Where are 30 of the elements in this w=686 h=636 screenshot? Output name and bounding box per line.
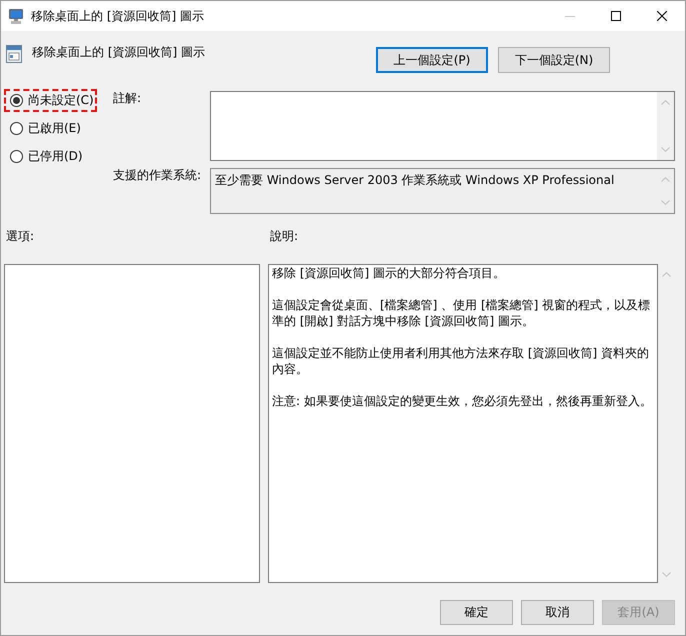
radio-option[interactable]: 已啟用(E) (4, 117, 97, 140)
help-paragraph: 注意: 如果要使這個設定的變更生效，您必須先登出，然後再重新登入。 (272, 393, 653, 409)
scroll-down-icon (661, 147, 670, 152)
dialog-button[interactable]: 取消 (521, 600, 594, 625)
help-paragraph: 這個設定並不能防止使用者利用其他方法來存取 [資源回收筒] 資料夾的內容。 (272, 345, 650, 377)
window-icon (6, 45, 22, 63)
maximize-icon (611, 11, 621, 21)
computer-icon (8, 8, 24, 24)
help-label: 說明: (269, 229, 298, 243)
scroll-up-icon[interactable] (662, 272, 671, 277)
setting-nav-button[interactable]: 上一個設定(P) (376, 47, 488, 73)
supported-os-text: 至少需要 Windows Server 2003 作業系統或 Windows XP Professional (214, 172, 616, 189)
radio-option[interactable]: 已停用(D) (4, 145, 97, 168)
comment-field[interactable] (210, 91, 675, 161)
help-paragraph: 移除 [資源回收筒] 圖示的大部分符合項目。 (272, 265, 506, 281)
options-label: 選項: (5, 229, 34, 243)
window-title: 移除桌面上的 [資源回收筒] 圖示 (31, 8, 204, 24)
scroll-down-icon (661, 200, 670, 205)
setting-nav-button[interactable]: 下一個設定(N) (498, 47, 610, 73)
scroll-down-icon[interactable] (662, 572, 671, 577)
comment-label: 註解: (113, 91, 142, 105)
radio-option[interactable]: 尚未設定(C) (4, 89, 97, 112)
scrollbar[interactable] (657, 92, 674, 160)
supported-os-label: 支援的作業系統: (113, 168, 202, 182)
scroll-up-icon (661, 177, 670, 182)
close-icon (657, 11, 667, 21)
dialog-button[interactable]: 確定 (440, 600, 513, 625)
policy-title: 移除桌面上的 [資源回收筒] 圖示 (32, 45, 205, 59)
scroll-up-icon (661, 100, 670, 105)
help-paragraph: 這個設定會從桌面、[檔案總管] 、使用 [檔案總管] 視窗的程式，以及標準的 [開啟] 對話方塊中移除 [資源回收筒] 圖示。 (272, 297, 652, 329)
